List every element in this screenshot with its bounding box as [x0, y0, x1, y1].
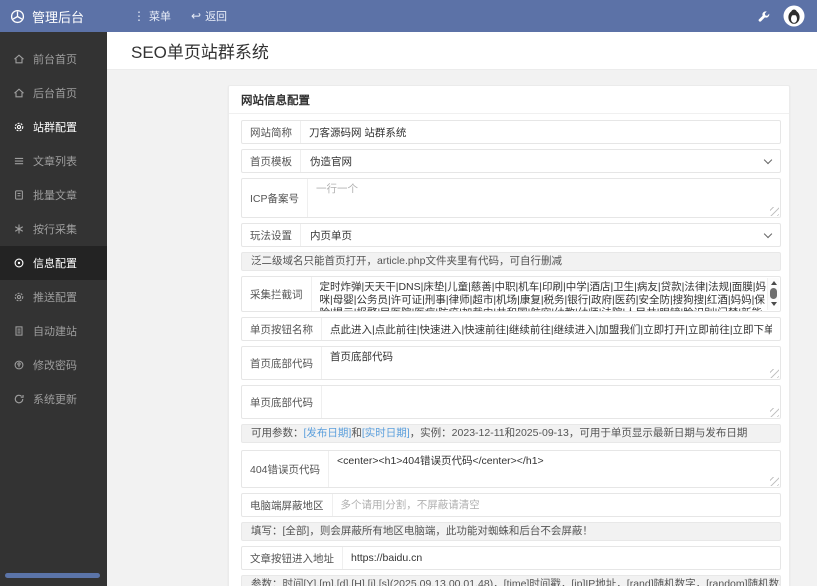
sidebar-scroll-indicator[interactable] [5, 573, 100, 578]
article-button-url-input[interactable] [343, 547, 780, 569]
error-404-label: 404错误页代码 [242, 451, 330, 487]
sidebar-item-change-password[interactable]: 修改密码 [0, 348, 107, 382]
form-row-pc-block-region: 电脑端屏蔽地区 [241, 493, 781, 517]
topbar-menu: ⋮ 菜单 ↩ 返回 [133, 8, 227, 24]
sidebar-item-line-collect[interactable]: 按行采集 [0, 212, 107, 246]
gear-icon [13, 121, 25, 133]
pc-block-region-label: 电脑端屏蔽地区 [242, 494, 333, 516]
building-icon [13, 325, 25, 337]
textarea-scrollbar[interactable] [767, 278, 779, 310]
form-row-home-template: 首页模板 伪造官网 [241, 149, 781, 173]
page-header: SEO单页站群系统 [107, 32, 817, 70]
sidebar-item-batch-articles[interactable]: 批量文章 [0, 178, 107, 212]
refresh-icon [13, 393, 25, 405]
back-button[interactable]: ↩ 返回 [191, 8, 227, 24]
form-row-play-mode: 玩法设置 内页单页 [241, 223, 781, 247]
list-icon [13, 155, 25, 167]
site-name-input[interactable] [301, 121, 780, 143]
sidebar-item-info-config[interactable]: 信息配置 [0, 246, 107, 280]
page-footer-code-textarea[interactable] [322, 386, 780, 418]
home-icon [13, 53, 25, 65]
play-mode-label: 玩法设置 [242, 224, 301, 246]
sidebar-item-system-update[interactable]: 系统更新 [0, 382, 107, 416]
form-row-button-names: 单页按钮名称 [241, 317, 781, 341]
chevron-down-icon [763, 229, 773, 238]
panel-title: 网站信息配置 [229, 86, 789, 114]
menu-button[interactable]: ⋮ 菜单 [133, 8, 171, 24]
chevron-down-icon [763, 155, 773, 164]
sidebar-item-auto-build[interactable]: 自动建站 [0, 314, 107, 348]
publish-date-param: [发布日期] [303, 427, 352, 439]
form-row-block-words: 采集拦截词 定时炸弹|天天干|DNS|床垫|儿童|慈善|中职|机车|印刷|中学|… [241, 276, 781, 312]
form-row-404-code: 404错误页代码 <center><h1>404错误页代码</center></… [241, 450, 781, 488]
main-content: SEO单页站群系统 网站信息配置 网站简称 首页模板 伪造官网 [107, 32, 817, 586]
pc-block-note: 填写：[全部]，则会屏蔽所有地区电脑端，此功能对蜘蛛和后台不会屏蔽！ [241, 522, 781, 541]
resize-handle-icon[interactable] [770, 207, 779, 216]
error-404-textarea[interactable]: <center><h1>404错误页代码</center></h1> [329, 451, 780, 487]
block-words-label: 采集拦截词 [242, 277, 312, 311]
wrench-icon[interactable] [757, 10, 770, 23]
avatar-penguin-icon[interactable] [783, 5, 805, 27]
resize-handle-icon[interactable] [770, 369, 779, 378]
date-params-note: 可用参数：[发布日期]和[实时日期]，实例：2023-12-11和2025-09… [241, 424, 781, 443]
icp-label: ICP备案号 [242, 179, 309, 217]
scroll-up-icon[interactable] [770, 281, 777, 285]
article-button-url-label: 文章按钮进入地址 [242, 547, 343, 569]
site-info-panel: 网站信息配置 网站简称 首页模板 伪造官网 ICP备案号 [228, 85, 790, 586]
collect-icon [13, 223, 25, 235]
url-params-note: 参数：时间[Y],[m],[d],[H],[i],[s](2025,09,13,… [241, 575, 781, 586]
topbar-right [757, 5, 817, 27]
pc-block-region-input[interactable] [332, 494, 780, 516]
home-footer-code-textarea[interactable]: 首页底部代码 [322, 347, 780, 379]
home-template-label: 首页模板 [242, 150, 301, 172]
realtime-date-param: [实时日期] [361, 427, 410, 439]
scroll-thumb[interactable] [770, 288, 777, 299]
home-template-select[interactable]: 伪造官网 [301, 150, 780, 172]
brand-fan-icon [10, 9, 25, 24]
form-row-icp: ICP备案号 [241, 178, 781, 218]
resize-handle-icon[interactable] [770, 477, 779, 486]
vertical-dots-icon: ⋮ [133, 9, 145, 23]
page-title: SEO单页站群系统 [131, 43, 269, 62]
app-brand[interactable]: 管理后台 [0, 7, 107, 26]
return-arrow-icon: ↩ [191, 9, 202, 23]
play-mode-select[interactable]: 内页单页 [301, 224, 780, 246]
form-row-home-footer-code: 首页底部代码 首页底部代码 [241, 346, 781, 380]
content-area: 网站信息配置 网站简称 首页模板 伪造官网 ICP备案号 [107, 70, 817, 586]
dot-circle-icon [13, 257, 25, 269]
block-words-textarea[interactable]: 定时炸弹|天天干|DNS|床垫|儿童|慈善|中职|机车|印刷|中学|酒店|卫生|… [311, 277, 780, 311]
resize-handle-icon[interactable] [770, 408, 779, 417]
brand-label: 管理后台 [32, 9, 85, 25]
sidebar: 前台首页 后台首页 站群配置 文章列表 批量文章 按行采集 信息配置 推送配置 … [0, 32, 107, 586]
button-names-label: 单页按钮名称 [242, 318, 322, 340]
sidebar-item-article-list[interactable]: 文章列表 [0, 144, 107, 178]
site-name-label: 网站简称 [242, 121, 301, 143]
scroll-down-icon[interactable] [770, 302, 777, 306]
topbar: 管理后台 ⋮ 菜单 ↩ 返回 [0, 0, 817, 32]
sidebar-item-site-group-config[interactable]: 站群配置 [0, 110, 107, 144]
home-icon [13, 87, 25, 99]
panel-body: 网站简称 首页模板 伪造官网 ICP备案号 [229, 114, 789, 586]
form-row-site-name: 网站简称 [241, 120, 781, 144]
play-mode-note: 泛二级域名只能首页打开，article.php文件夹里有代码，可自行删减 [241, 252, 781, 271]
page-footer-code-label: 单页底部代码 [242, 386, 322, 418]
form-row-page-footer-code: 单页底部代码 [241, 385, 781, 419]
key-icon [13, 359, 25, 371]
files-icon [13, 189, 25, 201]
form-row-article-button-url: 文章按钮进入地址 [241, 546, 781, 570]
home-footer-code-label: 首页底部代码 [242, 347, 322, 379]
icp-textarea[interactable] [308, 179, 780, 217]
gear-icon [13, 291, 25, 303]
sidebar-item-front-home[interactable]: 前台首页 [0, 42, 107, 76]
sidebar-item-admin-home[interactable]: 后台首页 [0, 76, 107, 110]
button-names-input[interactable] [322, 318, 780, 340]
sidebar-item-push-config[interactable]: 推送配置 [0, 280, 107, 314]
